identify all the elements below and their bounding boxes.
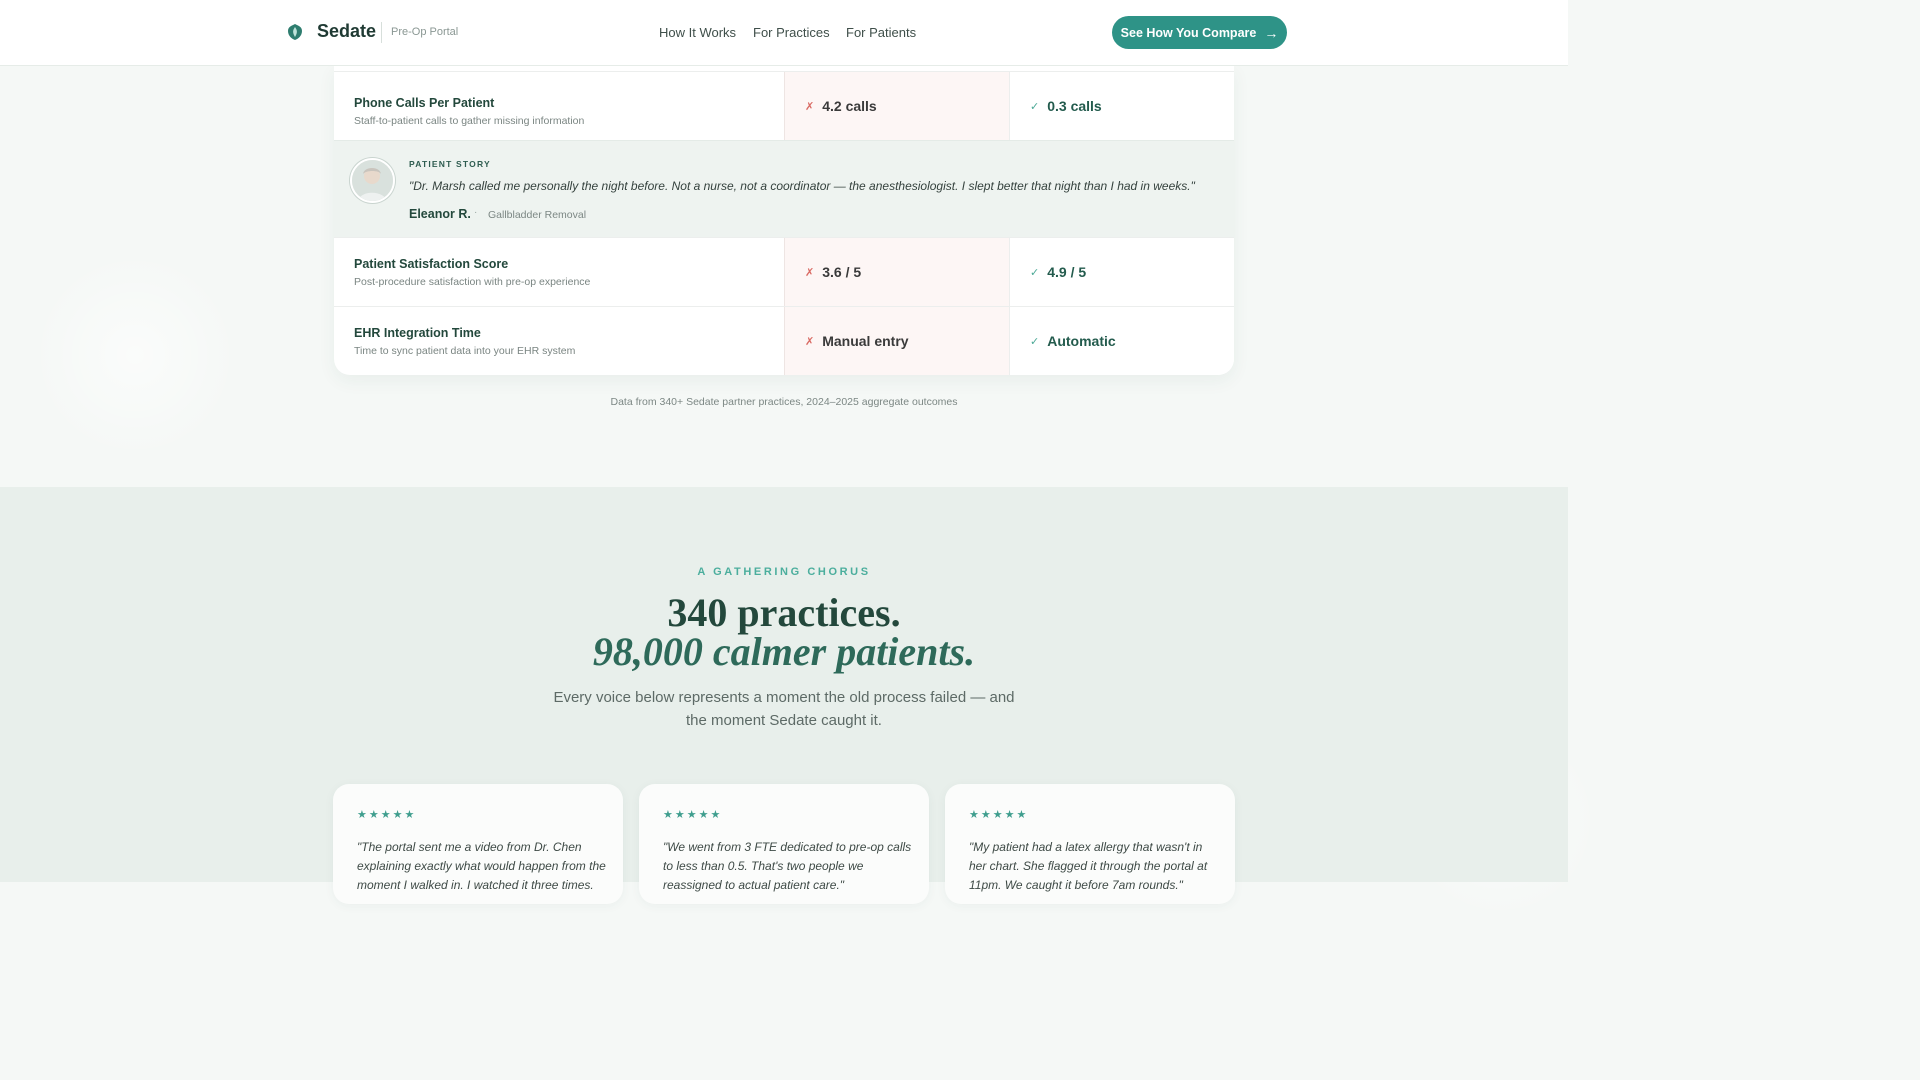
metric-description: Staff-to-patient calls to gather missing…	[354, 115, 585, 127]
star-icon: ★★★★★	[357, 809, 417, 821]
metric-label: Patient Satisfaction Score	[354, 257, 509, 271]
table-row: Phone Calls Per Patient Staff-to-patient…	[334, 71, 1234, 140]
cross-icon: ✗	[805, 100, 815, 113]
old-process-cell: ✗ Manual entry	[784, 307, 1009, 375]
testimonial-quote: "The portal sent me a video from Dr. Che…	[357, 840, 606, 892]
new-value: Automatic	[1047, 333, 1116, 349]
section-subtitle: Every voice below represents a moment th…	[553, 689, 1015, 729]
arrow-right-icon: →	[1264, 24, 1279, 41]
metric-label: EHR Integration Time	[354, 326, 481, 340]
testimonial-quote: "My patient had a latex allergy that was…	[969, 840, 1208, 892]
table-row: Patient Satisfaction Score Post-procedur…	[334, 237, 1234, 306]
brand-name[interactable]: Sedate	[317, 21, 376, 42]
cross-icon: ✗	[805, 335, 815, 348]
new-value: 4.9 / 5	[1047, 264, 1087, 280]
check-icon: ✓	[1030, 335, 1040, 348]
patient-portrait-icon	[352, 160, 393, 201]
story-quote: "Dr. Marsh called me personally the nigh…	[409, 179, 1195, 193]
nav-how-it-works[interactable]: How It Works	[659, 25, 736, 40]
check-icon: ✓	[1030, 266, 1040, 279]
nav-for-patients[interactable]: For Patients	[846, 25, 916, 40]
site-header: Sedate Pre-Op Portal How It Works For Pr…	[0, 0, 1568, 66]
old-value: Manual entry	[822, 333, 909, 349]
see-how-you-compare-button[interactable]: See How You Compare →	[1112, 16, 1287, 49]
comparison-table: Phone Calls Per Patient Staff-to-patient…	[334, 66, 1234, 375]
testimonial-card: ★★★★★ "My patient had a latex allergy th…	[945, 784, 1235, 904]
old-process-cell: ✗ 4.2 calls	[784, 72, 1009, 140]
section-kicker: A GATHERING CHORUS	[697, 566, 871, 578]
sedate-cell: ✓ 4.9 / 5	[1009, 238, 1234, 306]
brand-divider	[381, 22, 382, 43]
testimonial-quote: "We went from 3 FTE dedicated to pre-op …	[663, 840, 912, 892]
check-icon: ✓	[1030, 100, 1040, 113]
star-icon: ★★★★★	[969, 809, 1029, 821]
metric-label: Phone Calls Per Patient	[354, 96, 495, 110]
table-row: EHR Integration Time Time to sync patien…	[334, 306, 1234, 375]
data-source-note: Data from 340+ Sedate partner practices,…	[610, 396, 958, 408]
story-author: Eleanor R.	[409, 207, 471, 221]
old-process-cell: ✗ 3.6 / 5	[784, 238, 1009, 306]
avatar	[350, 158, 395, 203]
metric-description: Time to sync patient data into your EHR …	[354, 345, 576, 357]
sedate-cell: ✓ 0.3 calls	[1009, 72, 1234, 140]
testimonial-card: ★★★★★ "The portal sent me a video from D…	[333, 784, 623, 904]
old-value: 3.6 / 5	[822, 264, 862, 280]
metric-description: Post-procedure satisfaction with pre-op …	[354, 276, 591, 288]
separator-dot: ·	[474, 207, 478, 218]
brand-subtitle: Pre-Op Portal	[391, 26, 459, 38]
star-icon: ★★★★★	[663, 809, 723, 821]
testimonial-card: ★★★★★ "We went from 3 FTE dedicated to p…	[639, 784, 929, 904]
story-procedure: Gallbladder Removal	[488, 209, 587, 221]
sedate-cell: ✓ Automatic	[1009, 307, 1234, 375]
leaf-shield-icon[interactable]	[286, 23, 304, 41]
old-value: 4.2 calls	[822, 98, 877, 114]
story-kicker: PATIENT STORY	[409, 159, 491, 169]
decorative-circle-left	[30, 250, 240, 460]
patient-story: PATIENT STORY "Dr. Marsh called me perso…	[334, 140, 1234, 237]
cross-icon: ✗	[805, 266, 815, 279]
section-headline-italic: 98,000 calmer patients.	[592, 629, 976, 674]
new-value: 0.3 calls	[1047, 98, 1102, 114]
nav-for-practices[interactable]: For Practices	[753, 25, 830, 40]
cta-label: See How You Compare	[1120, 25, 1257, 40]
